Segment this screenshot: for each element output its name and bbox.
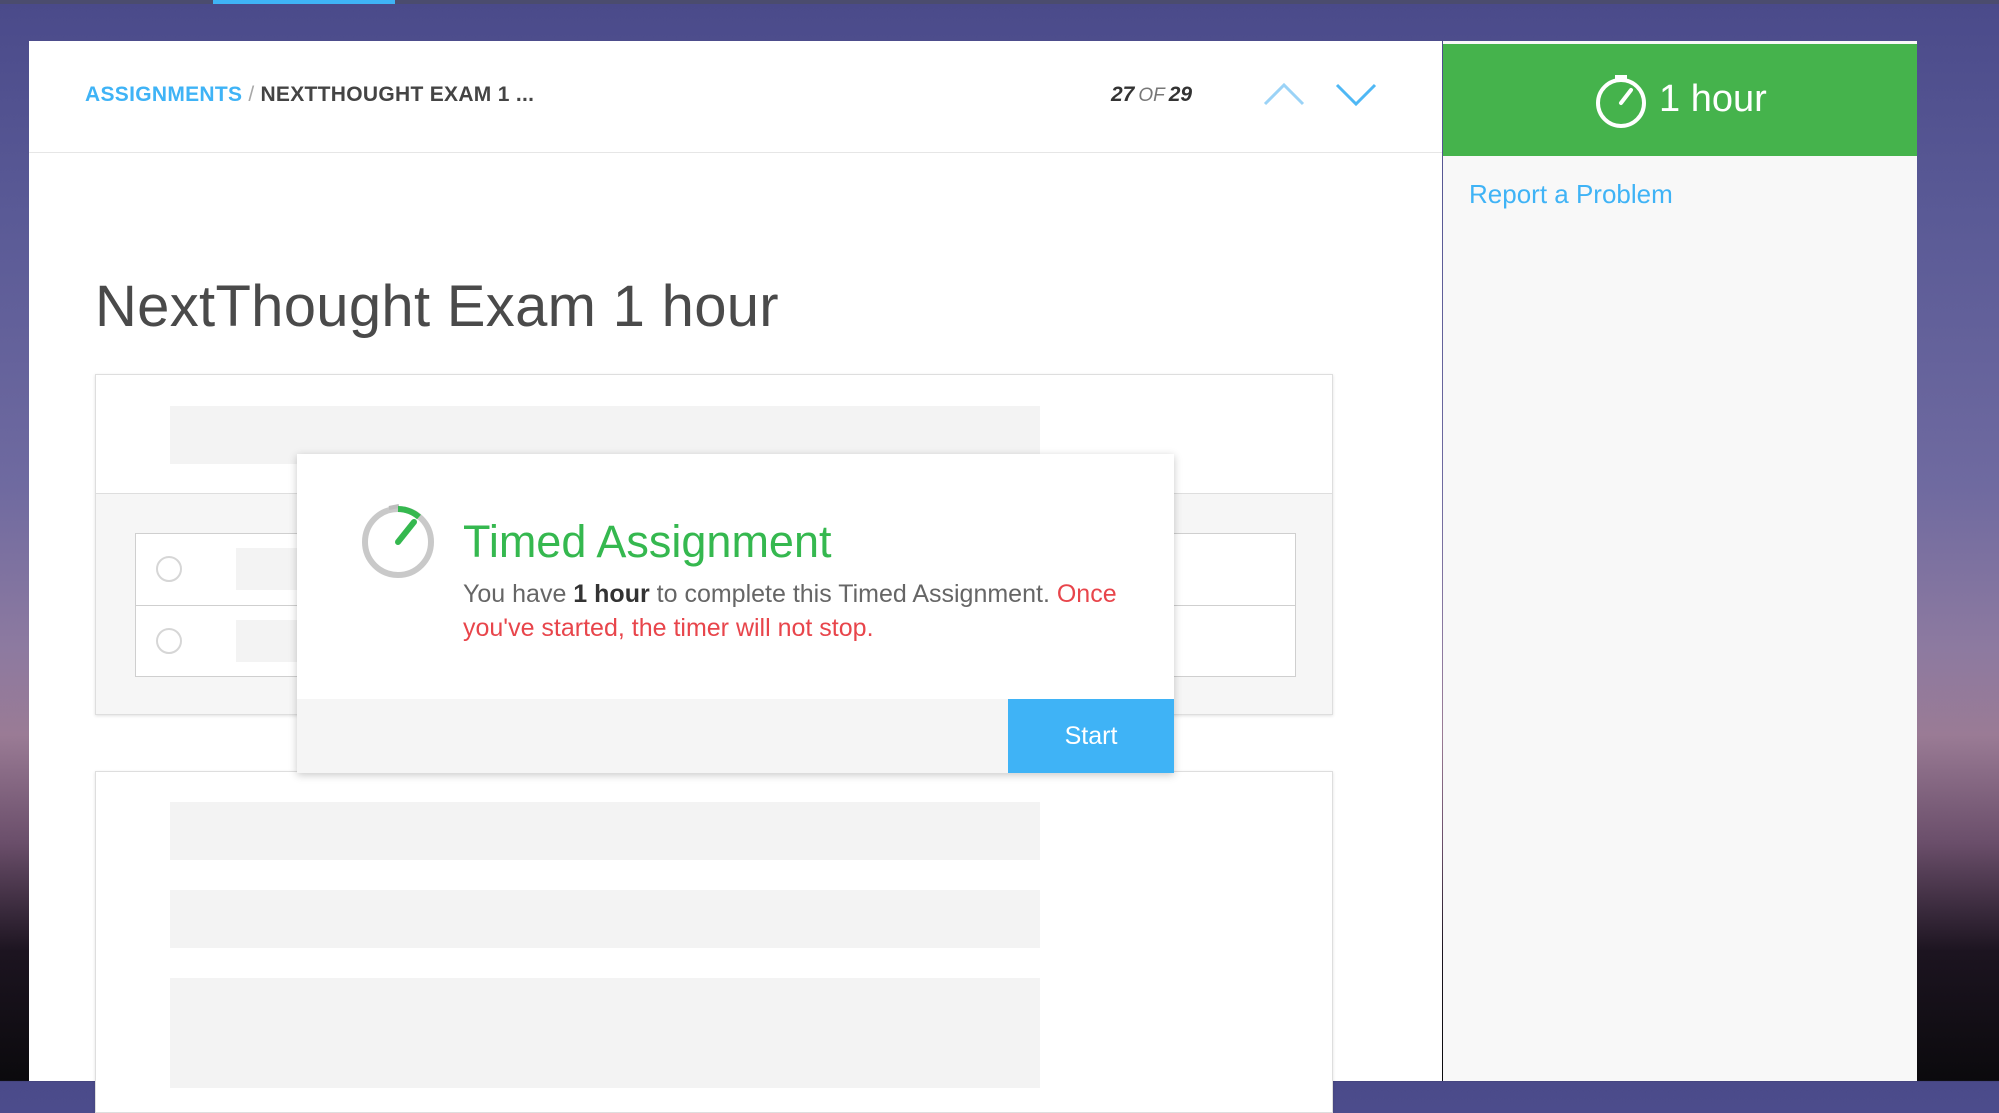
pager-of: OF bbox=[1138, 85, 1165, 106]
pager-total: 29 bbox=[1168, 83, 1193, 106]
assignment-header: ASSIGNMENTS / NEXTTHOUGHT EXAM 1 ... 27 OF 2… bbox=[29, 41, 1442, 153]
chevron-down-icon[interactable] bbox=[1333, 79, 1379, 109]
pager-count: 27 OF 29 bbox=[1111, 83, 1192, 107]
breadcrumb-current: NEXTTHOUGHT EXAM 1 ... bbox=[260, 83, 535, 106]
top-nav-bar bbox=[0, 0, 1999, 4]
timer-banner: 1 hour bbox=[1443, 44, 1917, 156]
stopwatch-icon bbox=[1596, 75, 1646, 128]
breadcrumb: ASSIGNMENTS / NEXTTHOUGHT EXAM 1 ... bbox=[85, 83, 534, 107]
sidebar: 1 hour Report a Problem bbox=[1443, 41, 1917, 1081]
active-tab-indicator bbox=[213, 0, 395, 4]
stopwatch-icon bbox=[362, 504, 434, 578]
chevron-up-icon[interactable] bbox=[1261, 79, 1307, 109]
dialog-message: You have 1 hour to complete this Timed A… bbox=[463, 577, 1153, 645]
radio-button[interactable] bbox=[156, 556, 182, 582]
prompt-placeholder bbox=[170, 978, 1040, 1088]
breadcrumb-assignments-link[interactable]: ASSIGNMENTS bbox=[85, 83, 242, 106]
prompt-placeholder bbox=[170, 802, 1040, 860]
report-problem-link[interactable]: Report a Problem bbox=[1469, 179, 1673, 210]
timer-label: 1 hour bbox=[1659, 78, 1767, 120]
message-middle: to complete this Timed Assignment. bbox=[649, 580, 1057, 608]
pager-current: 27 bbox=[1111, 83, 1135, 106]
breadcrumb-separator: / bbox=[248, 83, 255, 106]
prompt-placeholder bbox=[170, 890, 1040, 948]
radio-button[interactable] bbox=[156, 628, 182, 654]
start-button[interactable]: Start bbox=[1008, 699, 1174, 773]
timed-assignment-dialog: Timed Assignment You have 1 hour to comp… bbox=[297, 454, 1174, 773]
message-duration: 1 hour bbox=[573, 580, 650, 608]
dialog-body: Timed Assignment You have 1 hour to comp… bbox=[297, 454, 1174, 699]
assignment-panel: ASSIGNMENTS / NEXTTHOUGHT EXAM 1 ... 27 OF 2… bbox=[29, 41, 1442, 1113]
message-prefix: You have bbox=[463, 580, 574, 608]
question-card bbox=[95, 771, 1333, 1113]
page-title: NextThought Exam 1 hour bbox=[95, 274, 779, 339]
dialog-title: Timed Assignment bbox=[463, 516, 832, 567]
